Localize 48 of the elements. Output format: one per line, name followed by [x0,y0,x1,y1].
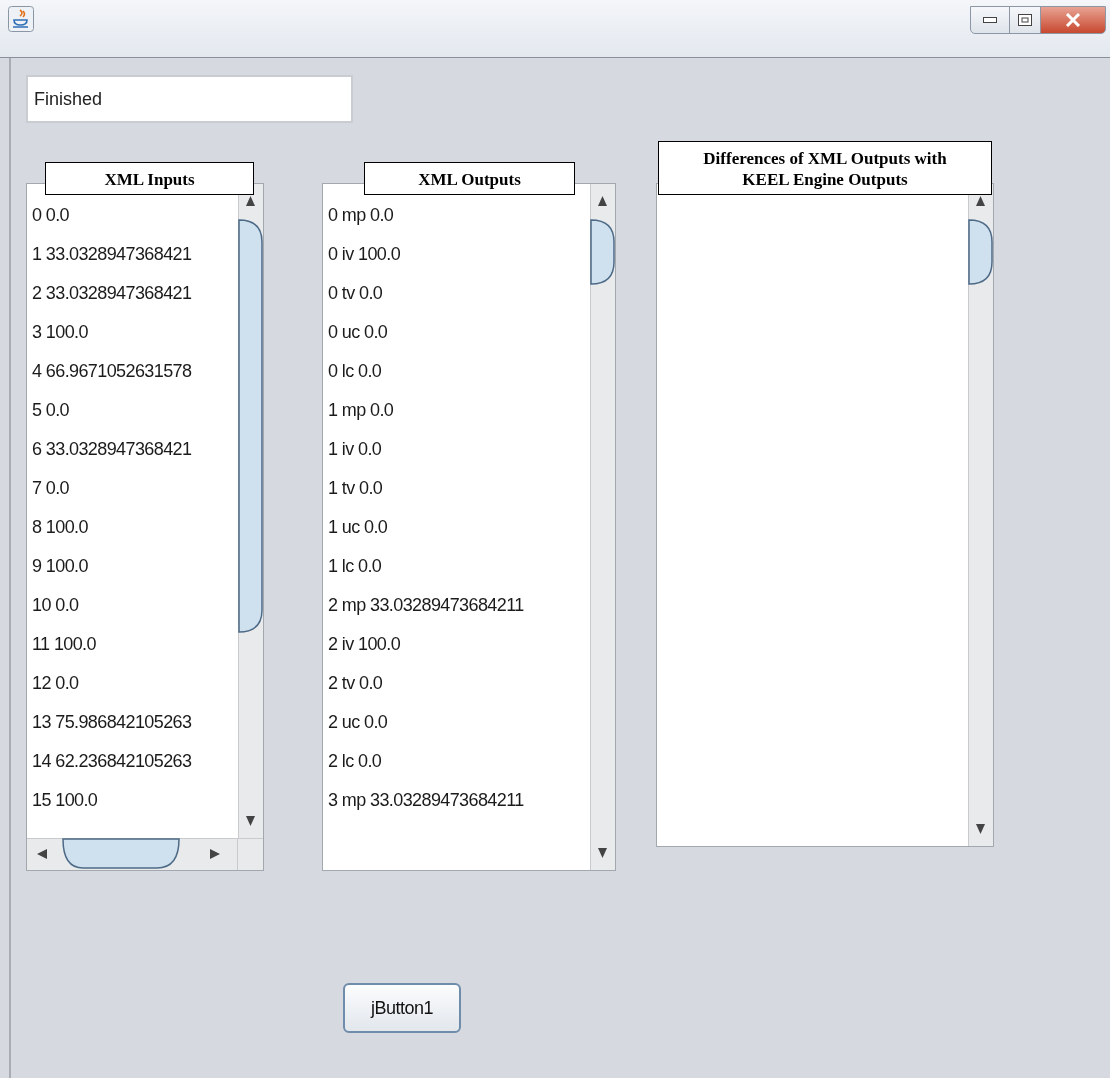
panel-title: XML Outputs [364,162,575,195]
list-item[interactable]: 0 uc 0.0 [328,313,590,352]
vertical-scrollbar[interactable] [238,184,263,838]
minimize-icon [983,17,997,23]
list-item[interactable]: 7 0.0 [32,469,238,508]
list-item[interactable]: 11 100.0 [32,625,238,664]
list-item[interactable]: 2 lc 0.0 [328,742,590,781]
list-item[interactable]: 3 mp 33.03289473684211 [328,781,590,820]
cup-icon [8,6,34,32]
list-item[interactable]: 3 100.0 [32,313,238,352]
list-item[interactable]: 2 tv 0.0 [328,664,590,703]
list-item[interactable]: 0 mp 0.0 [328,196,590,235]
close-button[interactable] [1040,6,1106,34]
list-item[interactable]: 2 iv 100.0 [328,625,590,664]
horizontal-scrollbar[interactable] [27,838,263,870]
list-item[interactable]: 0 lc 0.0 [328,352,590,391]
list-item[interactable]: 0 0.0 [32,196,238,235]
list-item[interactable]: 1 mp 0.0 [328,391,590,430]
jbutton[interactable]: jButton1 [343,983,461,1033]
vertical-scrollbar[interactable] [590,184,615,870]
list-item[interactable]: 1 uc 0.0 [328,508,590,547]
list-item[interactable]: 2 mp 33.03289473684211 [328,586,590,625]
list-item[interactable]: 8 100.0 [32,508,238,547]
maximize-button[interactable] [1009,6,1041,34]
list-item[interactable]: 10 0.0 [32,586,238,625]
list-item[interactable]: 6 33.0328947368421 [32,430,238,469]
list-item[interactable]: 2 33.0328947368421 [32,274,238,313]
list-item[interactable]: 0 tv 0.0 [328,274,590,313]
list-item[interactable]: 1 iv 0.0 [328,430,590,469]
list-item[interactable]: 9 100.0 [32,547,238,586]
panel-title: XML Inputs [45,162,254,195]
status-field[interactable]: Finished [26,75,353,123]
vertical-scrollbar[interactable] [968,184,993,846]
close-icon [1065,13,1081,27]
list-item[interactable]: 2 uc 0.0 [328,703,590,742]
list-item[interactable]: 0 iv 100.0 [328,235,590,274]
panel-title: Differences of XML Outputs with KEEL Engine Outputs [658,141,992,195]
list-item[interactable]: 12 0.0 [32,664,238,703]
list-item[interactable]: 14 62.236842105263 [32,742,238,781]
minimize-button[interactable] [970,6,1010,34]
list-item[interactable]: 5 0.0 [32,391,238,430]
list-item[interactable]: 13 75.986842105263 [32,703,238,742]
list-item[interactable]: 4 66.9671052631578 [32,352,238,391]
list-item[interactable]: 1 tv 0.0 [328,469,590,508]
list-item[interactable]: 1 lc 0.0 [328,547,590,586]
maximize-icon [1018,14,1032,26]
list-item[interactable]: 1 33.0328947368421 [32,235,238,274]
list-item[interactable]: 15 100.0 [32,781,238,820]
